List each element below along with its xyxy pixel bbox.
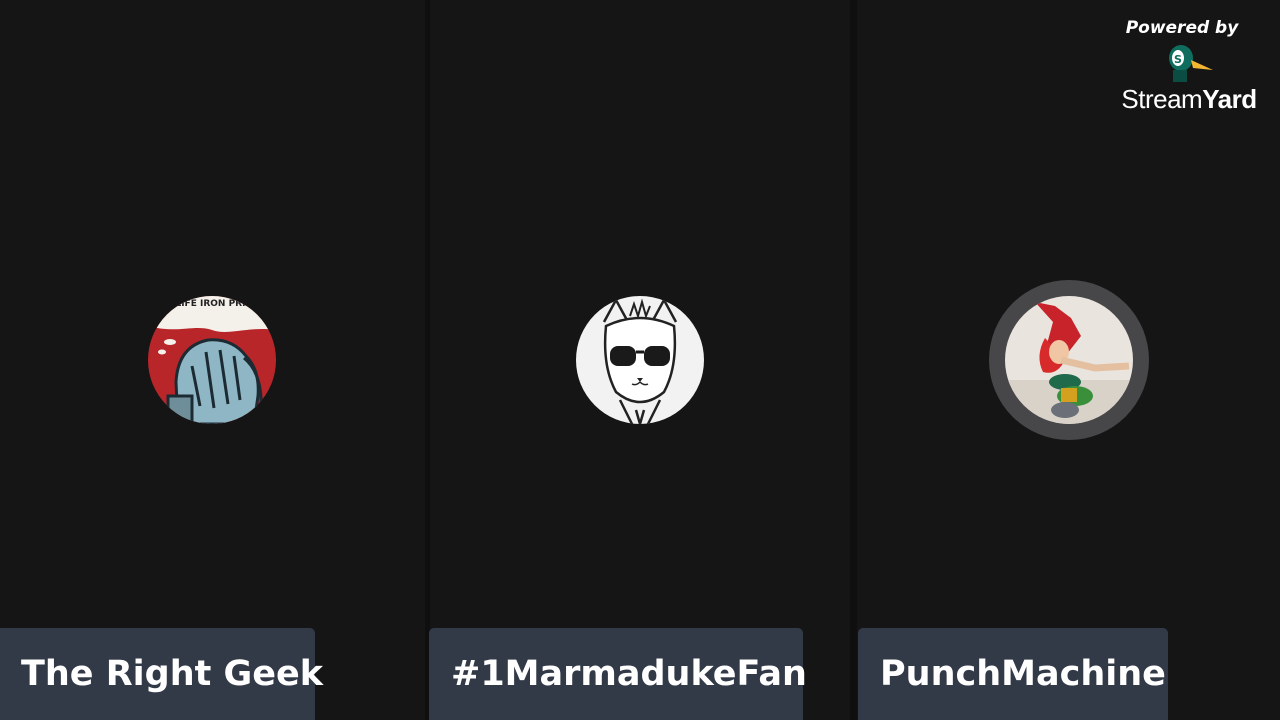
participant-avatar-3 [1005, 296, 1133, 424]
participant-name-tag-2: #1MarmadukeFan [429, 628, 807, 720]
participant-name-tag-3: PunchMachine [858, 628, 1168, 720]
video-stage: MY LIFE IRON PRISON The Right Geek #1Mar… [0, 0, 1280, 720]
duck-logo-icon: S [1169, 45, 1213, 82]
svg-text:S: S [1174, 53, 1182, 66]
participant-avatar-2 [576, 296, 704, 424]
powered-by-text: Powered by [1125, 18, 1239, 38]
tile-divider [850, 0, 857, 720]
participant-avatar-1: MY LIFE IRON PRISON [148, 296, 276, 424]
facepalm-comic-avatar: MY LIFE IRON PRISON [148, 296, 276, 424]
brand-suffix: Yard [1202, 84, 1257, 114]
action-figure-avatar [1005, 296, 1133, 424]
streamyard-logo-text: StreamYard [1114, 84, 1264, 115]
participant-name-label: PunchMachine [880, 654, 1166, 694]
cat-sunglasses-avatar [576, 296, 704, 424]
participant-name-tag-1: The Right Geek [0, 628, 323, 720]
brand-prefix: Stream [1121, 84, 1203, 114]
powered-by-watermark: Powered by S StreamYard [1114, 18, 1264, 115]
participant-name-label: #1MarmadukeFan [451, 654, 807, 694]
participant-name-label: The Right Geek [21, 654, 324, 694]
